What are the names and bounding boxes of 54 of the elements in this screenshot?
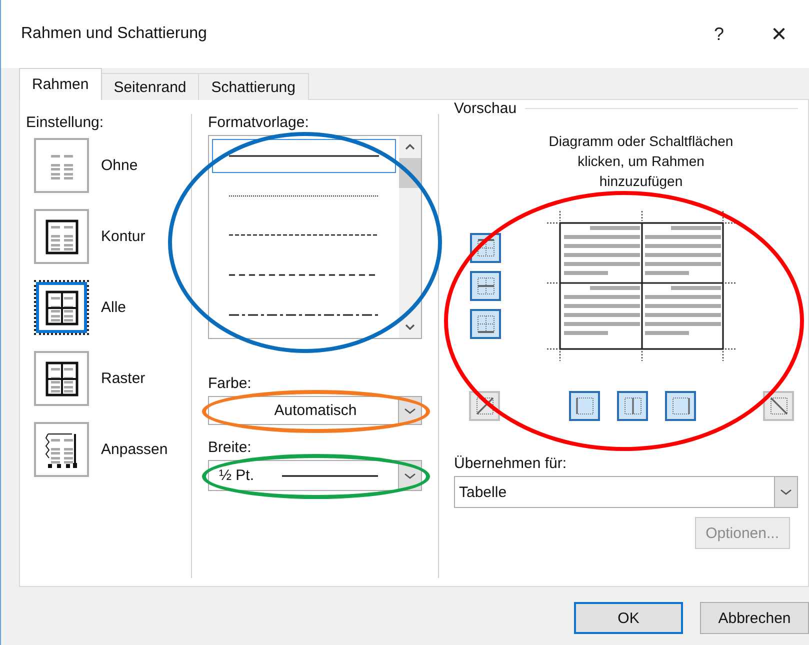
setting-label: Alle (101, 299, 126, 316)
setting-label: Anpassen (101, 441, 168, 458)
border-toggle-button[interactable] (470, 271, 501, 301)
scrollbar[interactable] (399, 136, 421, 338)
width-dropdown[interactable]: ½ Pt. (208, 460, 422, 491)
preview-label: Vorschau (454, 100, 517, 117)
border-icon (476, 276, 496, 296)
border-icon (476, 238, 496, 258)
setting-label: Raster (101, 370, 146, 387)
line-sample-icon (282, 474, 378, 478)
apply-to-label: Übernehmen für: (454, 455, 568, 472)
line-style-icon (229, 233, 379, 238)
scroll-down-icon[interactable] (404, 322, 416, 332)
border-icon (474, 396, 494, 416)
line-style-icon (229, 194, 379, 198)
setting-label: Kontur (101, 228, 146, 245)
close-button[interactable]: ✕ (749, 14, 809, 54)
cancel-button[interactable]: Abbrechen (700, 602, 809, 634)
border-toggle-button[interactable] (569, 391, 600, 421)
width-label: Breite: (208, 439, 252, 456)
chevron-down-icon (404, 472, 416, 480)
scroll-up-icon[interactable] (404, 142, 416, 152)
ok-button[interactable]: OK (574, 602, 683, 634)
border-toggle-button[interactable] (665, 391, 696, 421)
border-icon (574, 396, 594, 416)
setting-label: Ohne (101, 157, 138, 174)
line-style-icon (229, 313, 379, 318)
setting-button[interactable] (34, 422, 89, 477)
tab[interactable]: Schattierung (198, 73, 308, 100)
border-toggle-button[interactable] (763, 391, 794, 421)
chevron-down-icon (404, 406, 416, 414)
border-icon (622, 396, 642, 416)
line-style-icon (229, 154, 379, 158)
color-dropdown[interactable]: Automatisch (208, 396, 422, 425)
border-icon (768, 396, 788, 416)
setting-button[interactable] (34, 209, 89, 264)
apply-to-dropdown[interactable]: Tabelle (454, 476, 798, 508)
preview-caption: Diagramm oder Schaltflächen klicken, um Rahmen hinzuzufügen (548, 132, 734, 191)
setting-button[interactable] (34, 280, 89, 335)
line-style-item[interactable] (212, 139, 396, 173)
border-icon (670, 396, 690, 416)
window-title: Rahmen und Schattierung (21, 25, 208, 43)
setting-button[interactable] (34, 351, 89, 406)
border-toggle-button[interactable] (470, 309, 501, 339)
style-label: Formatvorlage: (208, 114, 310, 131)
border-toggle-button[interactable] (617, 391, 648, 421)
help-button[interactable]: ? (689, 14, 749, 54)
border-icon (476, 314, 496, 334)
tab[interactable]: Rahmen (19, 68, 102, 100)
tab[interactable]: Seitenrand (100, 73, 200, 100)
line-style-list[interactable] (208, 135, 422, 339)
chevron-down-icon (780, 488, 792, 496)
setting-label: Einstellung: (26, 114, 105, 131)
color-label: Farbe: (208, 375, 252, 392)
